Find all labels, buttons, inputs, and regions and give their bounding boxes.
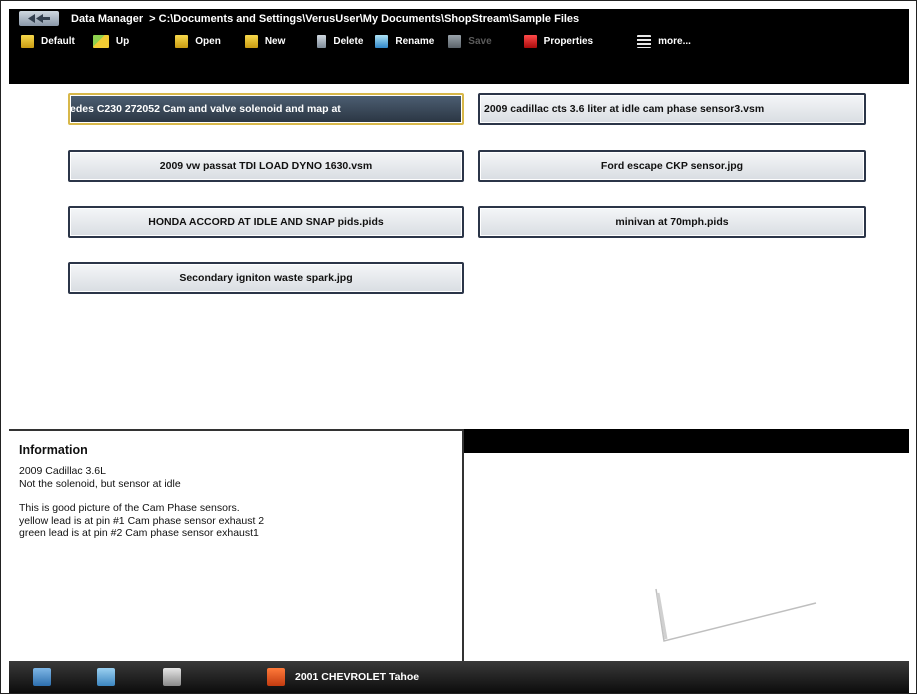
file-name: Secondary igniton waste spark.jpg <box>179 272 353 284</box>
back-button[interactable] <box>19 11 59 26</box>
more-button[interactable]: more... <box>637 28 691 54</box>
file-name: 2009 vw passat TDI LOAD DYNO 1630.vsm <box>159 160 373 172</box>
rename-button[interactable]: Rename <box>375 28 434 54</box>
more-icon <box>637 34 652 48</box>
delete-button[interactable]: Delete <box>317 28 363 54</box>
more-label: more... <box>658 35 691 47</box>
home-icon[interactable] <box>33 668 51 686</box>
folder-up-icon <box>92 34 109 48</box>
info-line: green lead is at pin #2 Cam phase sensor… <box>19 527 259 539</box>
data-manager-window: Data Manager > C:\Documents and Settings… <box>0 0 917 694</box>
waveform-thumbnail <box>655 588 817 642</box>
new-button[interactable]: New <box>244 28 286 54</box>
save-icon <box>448 34 462 48</box>
info-line: yellow lead is at pin #1 Cam phase senso… <box>19 514 265 527</box>
file-button[interactable]: edes C230 272052 Cam and valve solenoid … <box>68 93 464 125</box>
open-label: Open <box>195 35 221 47</box>
new-label: New <box>264 35 286 47</box>
default-button[interactable]: Default <box>21 28 75 54</box>
file-button[interactable]: 2009 cadillac cts 3.6 liter at idle cam … <box>478 93 866 125</box>
trash-icon <box>317 34 327 48</box>
file-button[interactable]: 2009 vw passat TDI LOAD DYNO 1630.vsm <box>68 150 464 182</box>
toolbar: Default Up Open New Delete Rename Save P… <box>9 28 909 84</box>
file-button[interactable]: Secondary igniton waste spark.jpg <box>68 262 464 294</box>
file-button[interactable]: HONDA ACCORD AT IDLE AND SNAP pids.pids <box>68 206 464 238</box>
properties-button[interactable]: Properties <box>523 28 594 54</box>
file-button[interactable]: Ford escape CKP sensor.jpg <box>478 150 866 182</box>
file-name: minivan at 70mph.pids <box>615 216 729 228</box>
preview-panel <box>464 429 909 661</box>
default-label: Default <box>41 35 75 47</box>
current-path: > C:\Documents and Settings\VerusUser\My… <box>149 12 580 25</box>
preview-header <box>464 429 909 453</box>
properties-label: Properties <box>543 35 594 47</box>
file-name: edes C230 272052 Cam and valve solenoid … <box>70 103 341 115</box>
info-line: This is good picture of the Cam Phase se… <box>19 502 240 514</box>
information-panel: Information 2009 Cadillac 3.6L Not the s… <box>9 429 464 661</box>
scope-icon[interactable] <box>163 668 181 686</box>
file-button[interactable]: minivan at 70mph.pids <box>478 206 866 238</box>
rename-icon <box>375 34 389 48</box>
file-name: HONDA ACCORD AT IDLE AND SNAP pids.pids <box>148 216 384 228</box>
information-title: Information <box>19 443 88 457</box>
up-button[interactable]: Up <box>92 28 130 54</box>
file-name: Ford escape CKP sensor.jpg <box>600 160 744 172</box>
vehicle-label: 2001 CHEVROLET Tahoe <box>295 671 420 683</box>
rename-label: Rename <box>395 35 435 47</box>
up-label: Up <box>115 35 130 47</box>
folder-open-icon <box>175 34 189 48</box>
file-list-area: edes C230 272052 Cam and valve solenoid … <box>9 84 909 429</box>
back-arrows-icon <box>28 14 50 23</box>
file-name: 2009 cadillac cts 3.6 liter at idle cam … <box>484 103 765 115</box>
screen-icon[interactable] <box>97 668 115 686</box>
delete-label: Delete <box>333 35 364 47</box>
info-line: Not the solenoid, but sensor at idle <box>19 477 181 490</box>
app-name: Data Manager <box>71 12 144 25</box>
folder-new-icon <box>244 34 258 48</box>
info-line: 2009 Cadillac 3.6L <box>19 465 106 477</box>
folder-home-icon <box>21 34 34 48</box>
taskbar: 2001 CHEVROLET Tahoe <box>9 661 909 693</box>
properties-icon <box>523 34 537 48</box>
save-button[interactable]: Save <box>448 28 492 54</box>
open-button[interactable]: Open <box>175 28 221 54</box>
toolbox-icon[interactable] <box>267 668 285 686</box>
save-label: Save <box>468 35 492 47</box>
title-bar: Data Manager > C:\Documents and Settings… <box>9 9 909 28</box>
